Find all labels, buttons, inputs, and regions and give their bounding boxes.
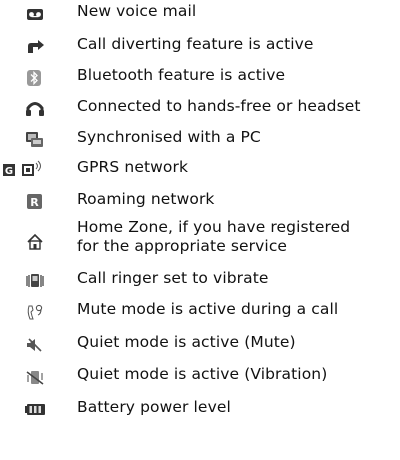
legend-label: GPRS network <box>77 158 189 176</box>
legend-label: Call diverting feature is active <box>77 35 314 53</box>
pc-sync-icon <box>8 128 60 152</box>
call-divert-icon <box>8 35 60 59</box>
svg-text:R: R <box>30 196 39 209</box>
legend-label-line-2: for the appropriate service <box>77 237 288 255</box>
legend-label: New voice mail <box>77 2 197 20</box>
legend-label: Quiet mode is active (Vibration) <box>77 365 328 383</box>
gprs-icon: G <box>3 158 60 182</box>
battery-icon <box>8 398 60 422</box>
legend-label: Synchronised with a PC <box>77 128 261 146</box>
legend-label: Call ringer set to vibrate <box>77 269 269 287</box>
quiet-mute-icon <box>8 333 60 357</box>
mute-call-icon <box>8 300 60 324</box>
svg-text:G: G <box>5 166 13 177</box>
legend-label: Roaming network <box>77 190 215 208</box>
voicemail-icon <box>8 2 60 26</box>
quiet-vibration-icon <box>8 365 60 389</box>
vibrate-icon <box>8 269 60 293</box>
legend-label: Mute mode is active during a call <box>77 300 339 318</box>
legend-label-line-1: Home Zone, if you have registered <box>77 218 351 236</box>
legend-label: Connected to hands-free or headset <box>77 97 361 115</box>
legend-label: Bluetooth feature is active <box>77 66 286 84</box>
home-zone-icon <box>8 230 60 254</box>
roaming-icon: R <box>8 190 60 214</box>
headset-icon <box>8 97 60 121</box>
bluetooth-icon <box>8 66 60 90</box>
legend-label: Quiet mode is active (Mute) <box>77 333 296 351</box>
legend-label: Battery power level <box>77 398 231 416</box>
